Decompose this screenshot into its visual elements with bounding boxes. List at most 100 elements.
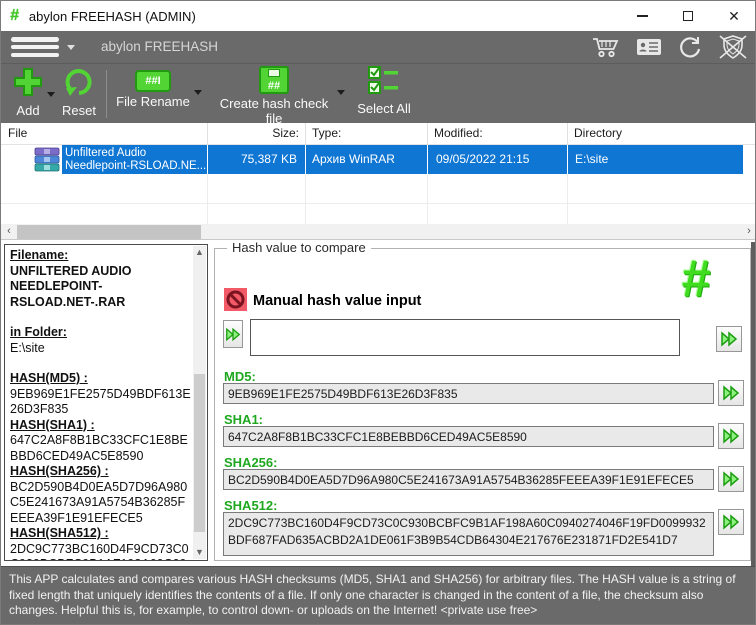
cart-icon bbox=[591, 35, 621, 59]
select-all-label: Select All bbox=[353, 101, 415, 116]
file-rename-icon: ##I bbox=[135, 70, 171, 92]
toolbar-separator bbox=[106, 70, 107, 118]
offline-shield-button[interactable] bbox=[717, 34, 749, 60]
hash-sha512-value: 2DC9C773BC160D4F9CD73C0C930BCBFC9B1AF198… bbox=[10, 542, 192, 562]
empty-rows-area bbox=[1, 174, 756, 224]
scroll-left-arrow-icon[interactable]: ‹ bbox=[1, 224, 17, 240]
menu-dropdown-arrow-icon[interactable] bbox=[67, 45, 75, 50]
vertical-scroll-thumb[interactable] bbox=[194, 374, 205, 532]
file-details-panel: Filename: UNFILTERED AUDIO NEEDLEPOINT-R… bbox=[4, 244, 208, 561]
column-file[interactable]: File bbox=[8, 126, 27, 140]
refresh-button[interactable] bbox=[677, 34, 703, 60]
hash-sha256-value: BC2D590B4D0EA5D7D96A980C5E241673A91A5754… bbox=[10, 480, 192, 527]
file-rename-button[interactable]: ##I File Rename bbox=[114, 66, 192, 109]
sha512-label: SHA512: bbox=[224, 498, 277, 513]
maximize-icon bbox=[683, 11, 693, 21]
no-manual-input-icon bbox=[224, 288, 247, 311]
refresh-icon bbox=[677, 34, 703, 60]
toolbar: Add Reset ##I File Rename ## Create hash… bbox=[1, 63, 756, 123]
hash-md5-label: HASH(MD5) : bbox=[10, 371, 192, 387]
sha1-value-box[interactable]: 647C2A8F8B1BC33CFC1E8BEBBD6CED49AC5E8590 bbox=[223, 426, 714, 447]
file-modified: 09/05/2022 21:15 bbox=[436, 152, 529, 166]
compare-manual-hash-button[interactable] bbox=[716, 326, 742, 352]
create-hash-check-file-button[interactable]: ## Create hash check file bbox=[213, 66, 335, 126]
hash-logo-icon: # bbox=[681, 249, 710, 309]
compare-legend: Hash value to compare bbox=[227, 240, 371, 255]
manual-input-label: Manual hash value input bbox=[253, 293, 421, 309]
menubar: abylon FREEHASH bbox=[1, 31, 756, 63]
file-rename-label: File Rename bbox=[114, 94, 192, 109]
double-chevron-icon bbox=[720, 331, 738, 347]
reset-label: Reset bbox=[57, 103, 101, 118]
contact-card-icon bbox=[635, 36, 663, 58]
column-size[interactable]: Size: bbox=[207, 126, 299, 140]
folder-value: E:\site bbox=[10, 341, 192, 357]
sha512-value-box[interactable]: 2DC9C773BC160D4F9CD73C0C930BCBFC9B1AF198… bbox=[223, 512, 714, 556]
hash-check-floppy-icon: ## bbox=[259, 66, 289, 94]
double-chevron-icon bbox=[722, 514, 740, 530]
select-all-icon bbox=[368, 66, 400, 96]
reset-icon bbox=[63, 66, 95, 98]
add-label: Add bbox=[5, 103, 51, 118]
minimize-button[interactable] bbox=[619, 1, 665, 31]
file-name: Unfiltered Audio Needlepoint-RSLOAD.NE..… bbox=[65, 147, 206, 172]
scroll-down-arrow-icon[interactable]: ▼ bbox=[193, 546, 206, 559]
column-directory[interactable]: Directory bbox=[574, 126, 622, 140]
copy-sha256-button[interactable] bbox=[718, 466, 744, 492]
column-type[interactable]: Type: bbox=[312, 126, 341, 140]
file-size: 75,387 KB bbox=[207, 152, 297, 166]
vertical-scrollbar[interactable]: ▲ ▼ bbox=[193, 246, 206, 559]
apply-manual-hash-button[interactable] bbox=[223, 320, 243, 348]
main-area: Filename: UNFILTERED AUDIO NEEDLEPOINT-R… bbox=[1, 240, 756, 566]
winrar-file-icon bbox=[34, 147, 60, 172]
select-all-button[interactable]: Select All bbox=[353, 66, 415, 116]
hash-sha1-value: 647C2A8F8B1BC33CFC1E8BEBBD6CED49AC5E8590 bbox=[10, 433, 192, 464]
md5-label: MD5: bbox=[224, 369, 256, 384]
file-rename-dropdown-arrow-icon[interactable] bbox=[194, 90, 202, 95]
crossed-shield-icon bbox=[717, 34, 749, 60]
filename-value: UNFILTERED AUDIO NEEDLEPOINT-RSLOAD.NET-… bbox=[10, 264, 192, 311]
hash-sha256-label: HASH(SHA256) : bbox=[10, 464, 192, 480]
table-row[interactable]: Unfiltered Audio Needlepoint-RSLOAD.NE..… bbox=[1, 145, 756, 174]
file-list-header: File Size: Type: Modified: Directory bbox=[1, 123, 756, 145]
sha256-label: SHA256: bbox=[224, 455, 277, 470]
copy-sha1-button[interactable] bbox=[718, 423, 744, 449]
create-hash-label: Create hash check file bbox=[213, 96, 335, 126]
minimize-icon bbox=[637, 15, 648, 17]
scroll-right-arrow-icon[interactable]: › bbox=[741, 224, 756, 240]
app-window: # abylon FREEHASH (ADMIN) ✕ abylon FREEH… bbox=[0, 0, 756, 625]
horizontal-scrollbar[interactable]: ‹ › bbox=[1, 224, 756, 240]
hash-compare-panel: Hash value to compare # Manual hash valu… bbox=[214, 248, 751, 561]
contact-card-button[interactable] bbox=[635, 36, 663, 58]
file-list: File Size: Type: Modified: Directory Unf… bbox=[1, 123, 756, 224]
create-hash-dropdown-arrow-icon[interactable] bbox=[337, 90, 345, 95]
copy-sha512-button[interactable] bbox=[718, 509, 744, 535]
sha1-label: SHA1: bbox=[224, 412, 263, 427]
reset-button[interactable]: Reset bbox=[57, 66, 101, 118]
add-dropdown-arrow-icon[interactable] bbox=[47, 92, 55, 97]
double-chevron-icon bbox=[722, 471, 740, 487]
app-name-label: abylon FREEHASH bbox=[101, 39, 218, 54]
close-button[interactable]: ✕ bbox=[711, 1, 756, 31]
app-hash-icon: # bbox=[10, 7, 19, 25]
main-menu-button[interactable] bbox=[11, 37, 59, 57]
double-chevron-icon bbox=[225, 327, 241, 342]
manual-hash-input[interactable] bbox=[250, 319, 680, 356]
shop-cart-button[interactable] bbox=[591, 35, 621, 59]
copy-md5-button[interactable] bbox=[718, 380, 744, 406]
status-text: This APP calculates and compares various… bbox=[9, 572, 736, 617]
add-button[interactable]: Add bbox=[5, 66, 51, 118]
sha256-value-box[interactable]: BC2D590B4D0EA5D7D96A980C5E241673A91A5754… bbox=[223, 469, 714, 490]
double-chevron-icon bbox=[722, 428, 740, 444]
window-title: abylon FREEHASH (ADMIN) bbox=[29, 9, 196, 24]
maximize-button[interactable] bbox=[665, 1, 711, 31]
close-icon: ✕ bbox=[728, 9, 740, 23]
file-type: Архив WinRAR bbox=[312, 152, 395, 166]
md5-value-box[interactable]: 9EB969E1FE2575D49BDF613E26D3F835 bbox=[223, 383, 714, 404]
filename-label: Filename: bbox=[10, 248, 192, 264]
hash-sha1-label: HASH(SHA1) : bbox=[10, 418, 192, 434]
horizontal-scroll-thumb[interactable] bbox=[17, 225, 201, 239]
scroll-up-arrow-icon[interactable]: ▲ bbox=[193, 246, 206, 259]
plus-icon bbox=[12, 66, 44, 98]
column-modified[interactable]: Modified: bbox=[434, 126, 483, 140]
